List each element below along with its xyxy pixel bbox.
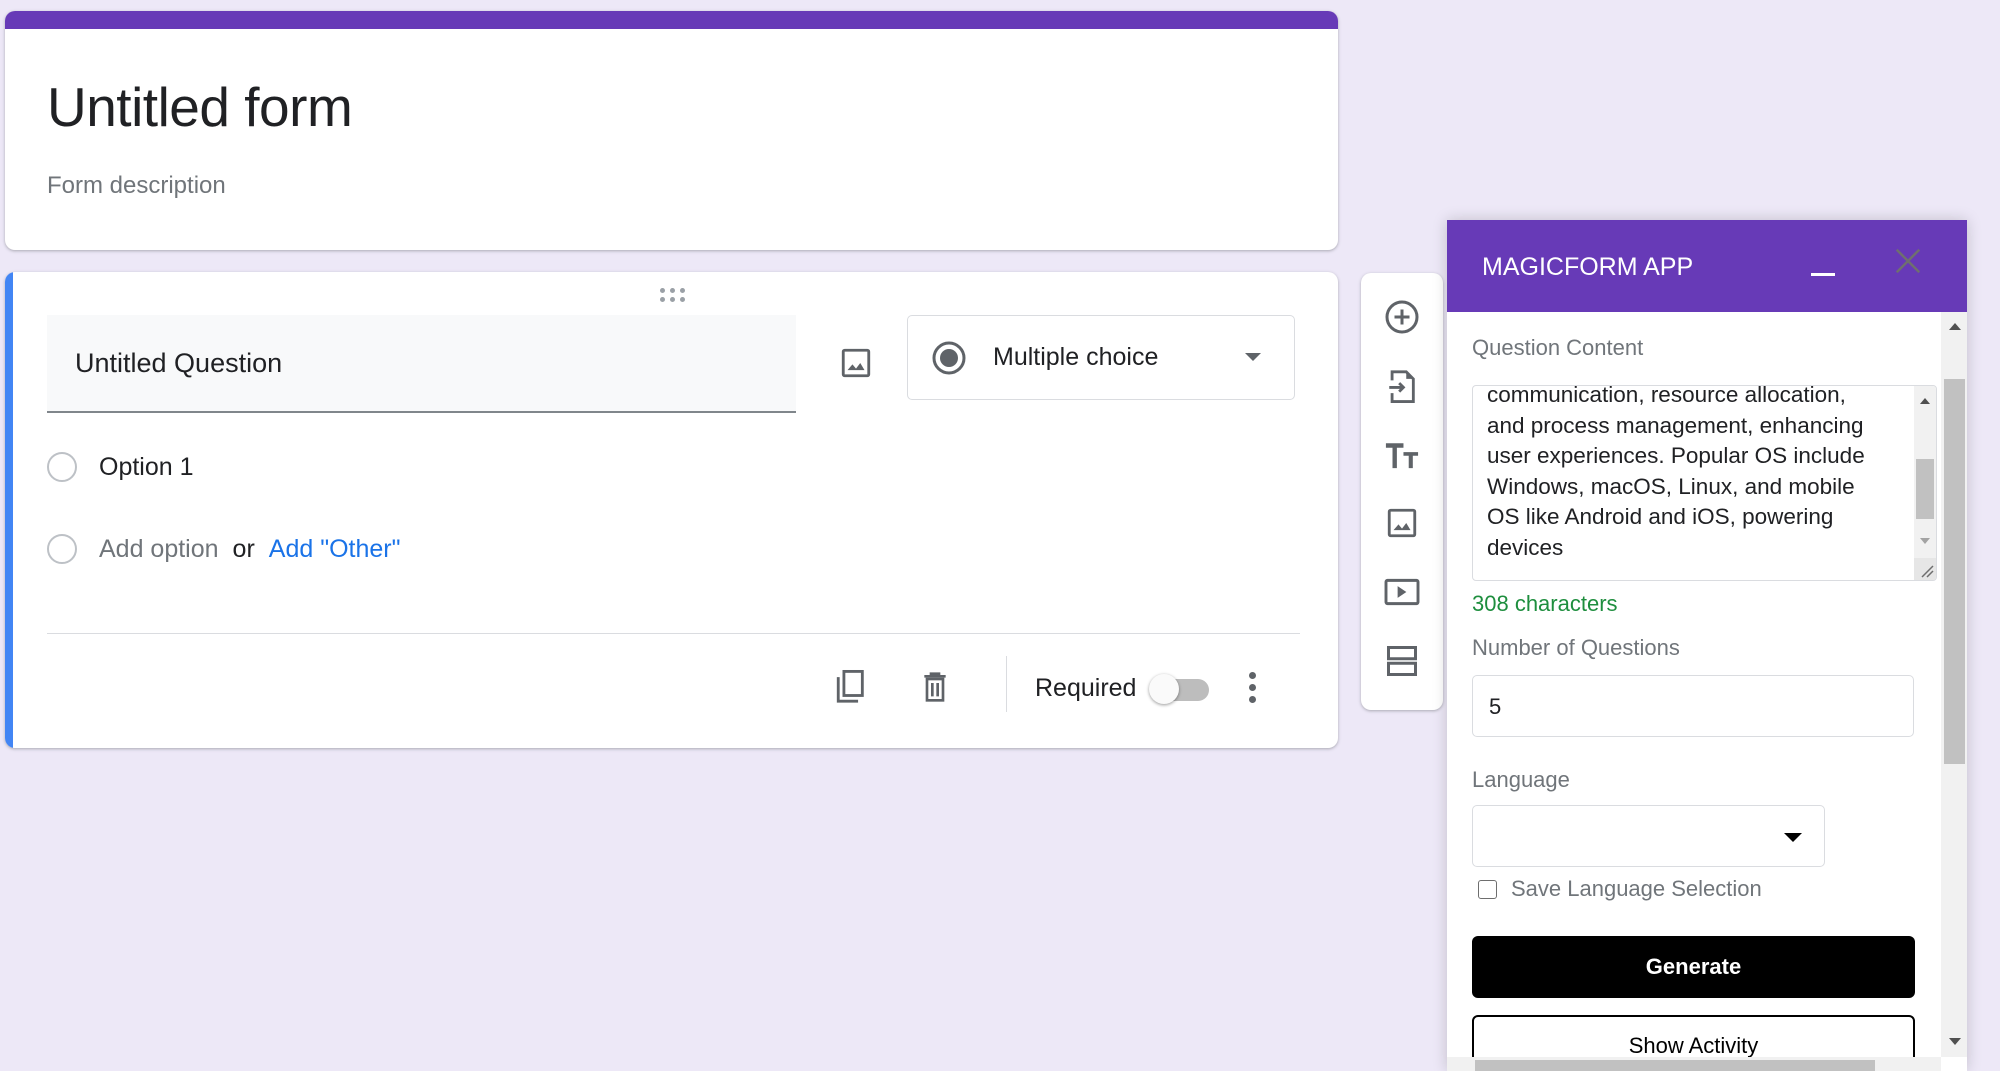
drag-handle-icon[interactable]: [658, 286, 688, 304]
copy-icon: [836, 670, 864, 703]
question-content-textarea[interactable]: communication, resource allocation, and …: [1472, 385, 1937, 581]
number-of-questions-label: Number of Questions: [1472, 635, 1680, 660]
show-activity-button[interactable]: Show Activity: [1472, 1015, 1915, 1057]
close-icon: [1895, 248, 1921, 274]
image-icon: [841, 348, 871, 378]
import-icon: [1389, 370, 1415, 403]
add-option-row: Add option or Add "Other": [47, 529, 400, 569]
minimize-icon: [1811, 273, 1835, 276]
chevron-down-icon: [1245, 353, 1261, 361]
radio-button-icon: [932, 341, 966, 375]
question-title-input[interactable]: Untitled Question: [47, 315, 796, 413]
number-of-questions-value: 5: [1489, 694, 1502, 719]
add-image-toolbar-button[interactable]: [1378, 499, 1426, 547]
divider: [47, 633, 1300, 634]
save-language-row: Save Language Selection: [1478, 876, 1762, 902]
chevron-down-icon: [1784, 833, 1802, 842]
language-label: Language: [1472, 767, 1570, 792]
close-button[interactable]: [1893, 246, 1923, 276]
delete-button[interactable]: [913, 665, 957, 709]
panel-body: Question Content communication, resource…: [1447, 312, 1941, 1057]
active-card-indicator: [5, 272, 13, 748]
question-content-label: Question Content: [1472, 335, 1644, 360]
textarea-scrollbar[interactable]: [1914, 386, 1936, 580]
number-of-questions-input[interactable]: 5: [1472, 675, 1914, 737]
scroll-down-icon[interactable]: [1920, 538, 1930, 544]
image-icon: [1387, 508, 1417, 538]
scroll-thumb[interactable]: [1475, 1060, 1875, 1071]
duplicate-button[interactable]: [829, 665, 873, 709]
more-vert-icon: [1248, 671, 1256, 679]
required-label: Required: [1035, 674, 1137, 702]
or-label: or: [232, 534, 255, 563]
more-options-button[interactable]: [1237, 664, 1267, 710]
magicform-panel: MAGICFORM APP Question Content communica…: [1447, 220, 1967, 1071]
save-language-label[interactable]: Save Language Selection: [1511, 876, 1762, 902]
add-circle-icon: [1385, 300, 1419, 334]
toggle-thumb: [1149, 674, 1179, 704]
panel-horizontal-scrollbar[interactable]: [1447, 1057, 1941, 1071]
panel-header[interactable]: MAGICFORM APP: [1447, 220, 1967, 312]
scroll-thumb[interactable]: [1916, 459, 1934, 519]
question-type-label: Multiple choice: [993, 343, 1159, 371]
video-icon: [1384, 578, 1420, 606]
side-toolbar: [1361, 273, 1443, 710]
character-count: 308 characters: [1472, 591, 1618, 616]
option-radio: [47, 534, 77, 564]
theme-color-band: [5, 11, 1338, 29]
scroll-up-icon[interactable]: [1949, 323, 1961, 330]
language-select[interactable]: [1472, 805, 1825, 867]
form-title[interactable]: Untitled form: [47, 75, 353, 139]
divider: [1006, 656, 1007, 712]
trash-icon: [924, 672, 946, 702]
form-header-card: Untitled form Form description: [5, 11, 1338, 250]
add-image-button[interactable]: [830, 337, 882, 389]
import-questions-button[interactable]: [1378, 362, 1426, 410]
add-option-button[interactable]: Add option: [99, 535, 219, 564]
add-question-button[interactable]: [1378, 293, 1426, 341]
add-section-button[interactable]: [1378, 637, 1426, 685]
question-title-text: Untitled Question: [75, 348, 283, 378]
title-icon: [1385, 443, 1419, 469]
add-video-button[interactable]: [1378, 568, 1426, 616]
question-card[interactable]: Untitled Question Multiple choice Option…: [5, 272, 1338, 748]
section-icon: [1387, 646, 1417, 676]
add-other-button[interactable]: Add "Other": [269, 535, 401, 564]
scroll-down-icon[interactable]: [1949, 1038, 1961, 1045]
required-toggle[interactable]: [1149, 672, 1211, 704]
option-radio: [47, 452, 77, 482]
question-content-text: communication, resource allocation, and …: [1487, 385, 1865, 560]
question-type-dropdown[interactable]: Multiple choice: [907, 315, 1295, 400]
minimize-button[interactable]: [1809, 250, 1839, 282]
form-description-field[interactable]: Form description: [47, 172, 226, 200]
add-title-button[interactable]: [1378, 431, 1426, 479]
resize-handle-icon[interactable]: [1914, 558, 1936, 580]
scroll-thumb[interactable]: [1944, 379, 1965, 764]
panel-title: MAGICFORM APP: [1482, 253, 1694, 281]
save-language-checkbox[interactable]: [1478, 879, 1497, 899]
option-row[interactable]: Option 1: [47, 447, 194, 487]
panel-vertical-scrollbar[interactable]: [1941, 312, 1967, 1057]
scroll-up-icon[interactable]: [1920, 398, 1930, 404]
generate-button[interactable]: Generate: [1472, 936, 1915, 998]
option-label[interactable]: Option 1: [99, 453, 194, 482]
